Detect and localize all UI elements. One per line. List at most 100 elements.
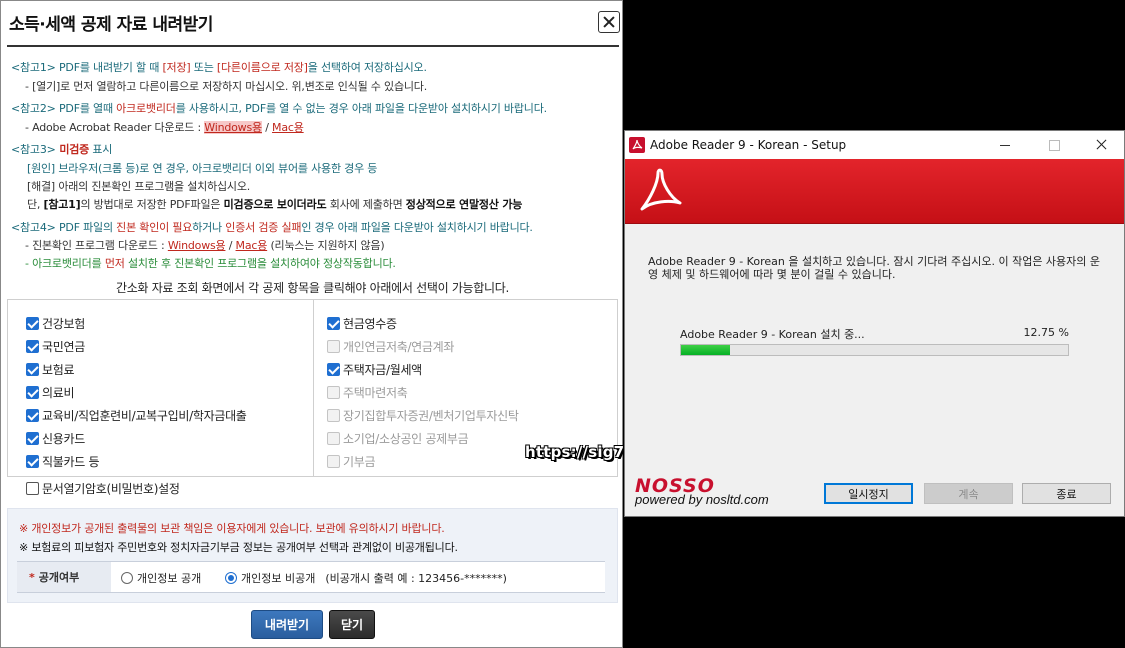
ref1-save: [저장] xyxy=(162,61,191,74)
verify-windows-link[interactable]: Windows용 xyxy=(168,239,226,252)
download-button[interactable]: 내려받기 xyxy=(251,610,323,639)
maximize-icon xyxy=(1031,131,1077,159)
minimize-icon[interactable] xyxy=(982,131,1028,159)
nosso-tagline: powered by nosltd.com xyxy=(635,492,769,507)
privacy-note: ※ 보험료의 피보험자 주민번호와 정치자금기부금 정보는 공개여부 선택과 관… xyxy=(19,541,458,554)
checkbox-label: 장기집합투자증권/벤처기업투자신탁 xyxy=(343,409,519,423)
screen: 소득·세액 공제 자료 내려받기 <참고1> PDF를 내려받기 할 때 [저장… xyxy=(0,0,1125,648)
right-checkbox-item[interactable]: 현금영수증 xyxy=(327,315,397,332)
left-checkbox-item[interactable]: 국민연금 xyxy=(26,338,85,355)
ref1-text-or: 또는 xyxy=(190,61,217,74)
checkbox-checked-icon[interactable] xyxy=(26,432,39,445)
ref4-sub: - 진본확인 프로그램 다운로드 : Windows용 / Mac용 (리눅스는… xyxy=(25,237,385,253)
ref3-but: 단, [참고1]의 방법대로 저장한 PDF파일은 미검증으로 보이더라도 회사… xyxy=(27,196,522,212)
ref3-text: 표시 xyxy=(89,143,113,156)
public-label: 공개여부 xyxy=(38,571,80,584)
checkbox-checked-icon[interactable] xyxy=(327,363,340,376)
password-checkbox[interactable]: 문서열기암호(비밀번호)설정 xyxy=(26,480,180,497)
ref4-note-first: 먼저 xyxy=(104,257,125,270)
ref4-linux: (리눅스는 지원하지 않음) xyxy=(267,239,385,252)
ref2-acro: 아크로뱃리더 xyxy=(116,102,176,115)
title-divider xyxy=(7,45,619,47)
radio-private-label: 개인정보 비공개 xyxy=(241,572,316,585)
verify-mac-link[interactable]: Mac용 xyxy=(236,239,268,252)
checkbox-label: 직불카드 등 xyxy=(42,455,100,469)
close-icon[interactable] xyxy=(598,11,620,33)
progress-label: Adobe Reader 9 - Korean 설치 중... xyxy=(680,328,865,341)
acrobat-mac-link[interactable]: Mac용 xyxy=(272,121,304,134)
ref4-text-a: PDF 파일의 xyxy=(55,221,117,234)
progress-fill xyxy=(681,345,731,355)
checkbox-label: 소기업/소상공인 공제부금 xyxy=(343,432,469,446)
checkbox-checked-icon[interactable] xyxy=(26,455,39,468)
left-checkbox-item[interactable]: 직불카드 등 xyxy=(26,453,100,470)
close-button[interactable]: 닫기 xyxy=(329,610,375,639)
ref2-text-end: 를 사용하시고, PDF를 열 수 없는 경우 아래 파일을 다운받아 설치하시… xyxy=(175,102,547,115)
ref3-but-e: 회사에 제출하면 xyxy=(326,198,406,211)
password-label: 문서열기암호(비밀번호)설정 xyxy=(42,482,180,496)
acrobat-logo-icon xyxy=(640,168,682,211)
checkbox-empty-icon[interactable] xyxy=(26,482,39,495)
ref3-but-a: 단, xyxy=(27,198,44,211)
panel-divider xyxy=(313,299,314,477)
pause-button[interactable]: 일시정지 xyxy=(824,483,913,504)
ref4-line: <참고4> PDF 파일의 진본 확인이 필요하거나 인증서 검증 실패인 경우… xyxy=(11,219,533,235)
ref2-text: PDF를 열때 xyxy=(55,102,117,115)
acrobat-windows-link[interactable]: Windows용 xyxy=(204,121,262,134)
ref4-text-c: 인 경우 아래 파일을 다운받아 설치하시기 바랍니다. xyxy=(301,221,533,234)
adobe-banner xyxy=(625,159,1124,224)
left-checkbox-item[interactable]: 의료비 xyxy=(26,384,75,401)
checkbox-checked-icon[interactable] xyxy=(26,317,39,330)
dialog-title: 소득·세액 공제 자료 내려받기 xyxy=(9,15,213,35)
radio-empty-icon[interactable] xyxy=(121,572,133,584)
ref2-sub-text: - Adobe Acrobat Reader 다운로드 : xyxy=(25,121,205,134)
left-checkbox-item[interactable]: 신용카드 xyxy=(26,430,85,447)
checkbox-label: 개인연금저축/연금계좌 xyxy=(343,340,455,354)
checkbox-label: 건강보험 xyxy=(42,317,85,331)
ref1-saveas: [다른이름으로 저장] xyxy=(216,61,308,74)
right-checkbox-item: 개인연금저축/연금계좌 xyxy=(327,338,454,355)
ref4-note-a: - 아크로뱃리더를 xyxy=(25,257,105,270)
checkbox-checked-icon[interactable] xyxy=(26,363,39,376)
close-window-icon[interactable] xyxy=(1078,131,1124,159)
ref2-sub: - Adobe Acrobat Reader 다운로드 : Windows용 /… xyxy=(25,119,304,135)
left-checkbox-item[interactable]: 보험료 xyxy=(26,361,75,378)
ref4-red-a: 진본 확인이 필요 xyxy=(116,221,193,234)
private-example: (비공개시 출력 예 : 123456-*******) xyxy=(325,572,507,585)
continue-button: 계속 xyxy=(924,483,1013,504)
ref3-but-d: 미검증으로 보이더라도 xyxy=(223,198,327,211)
ref1-line: <참고1> PDF를 내려받기 할 때 [저장] 또는 [다른이름으로 저장]을… xyxy=(11,59,427,75)
progress-bar xyxy=(680,344,1069,356)
right-checkbox-item: 장기집합투자증권/벤처기업투자신탁 xyxy=(327,407,519,424)
setup-titlebar: Adobe Reader 9 - Korean - Setup xyxy=(625,131,1124,159)
checkbox-empty-icon xyxy=(327,455,340,468)
ref4-red-b: 인증서 검증 실패 xyxy=(225,221,302,234)
ref4-text-b: 하거나 xyxy=(192,221,226,234)
ref4-sep: / xyxy=(225,239,236,252)
right-checkbox-item[interactable]: 주택자금/월세액 xyxy=(327,361,422,378)
checkbox-checked-icon[interactable] xyxy=(327,317,340,330)
setup-window: Adobe Reader 9 - Korean - Setup Adobe Re… xyxy=(624,130,1125,517)
ref3-cause: [원인] 브라우저(크롬 등)로 연 경우, 아크로뱃리더 이외 뷰어를 사용한… xyxy=(27,162,378,175)
radio-public[interactable]: 개인정보 공개 xyxy=(121,570,201,586)
ref4-note: - 아크로뱃리더를 먼저 설치한 후 진본확인 프로그램을 설치하여야 정상작동… xyxy=(25,255,396,271)
ref1-sub: - [열기]로 먼저 열람하고 다른이름으로 저장하지 마십시오. 위,변조로 … xyxy=(25,80,428,93)
radio-selected-icon[interactable] xyxy=(225,572,237,584)
checkbox-checked-icon[interactable] xyxy=(26,340,39,353)
right-checkbox-item: 소기업/소상공인 공제부금 xyxy=(327,430,469,447)
left-checkbox-item[interactable]: 건강보험 xyxy=(26,315,85,332)
public-label-cell: * 공개여부 xyxy=(17,562,111,592)
exit-button[interactable]: 종료 xyxy=(1022,483,1111,504)
checkbox-checked-icon[interactable] xyxy=(26,386,39,399)
privacy-warning: ※ 개인정보가 공개된 출력물의 보관 책임은 이용자에게 있습니다. 보관에 … xyxy=(19,522,445,535)
ref2-sep: / xyxy=(261,121,273,134)
right-checkbox-item: 기부금 xyxy=(327,453,376,470)
ref4-sub-text: - 진본확인 프로그램 다운로드 : xyxy=(25,239,168,252)
radio-private[interactable]: 개인정보 비공개 (비공개시 출력 예 : 123456-*******) xyxy=(225,570,507,586)
checkbox-empty-icon xyxy=(327,340,340,353)
public-option-row: * 공개여부 개인정보 공개 개인정보 비공개 (비공개시 출력 예 : 123… xyxy=(17,561,605,593)
ref1-text-end: 을 선택하여 저장하십시오. xyxy=(307,61,427,74)
checkbox-checked-icon[interactable] xyxy=(26,409,39,422)
left-checkbox-item[interactable]: 교육비/직업훈련비/교복구입비/학자금대출 xyxy=(26,407,247,424)
checkbox-label: 의료비 xyxy=(42,386,75,400)
